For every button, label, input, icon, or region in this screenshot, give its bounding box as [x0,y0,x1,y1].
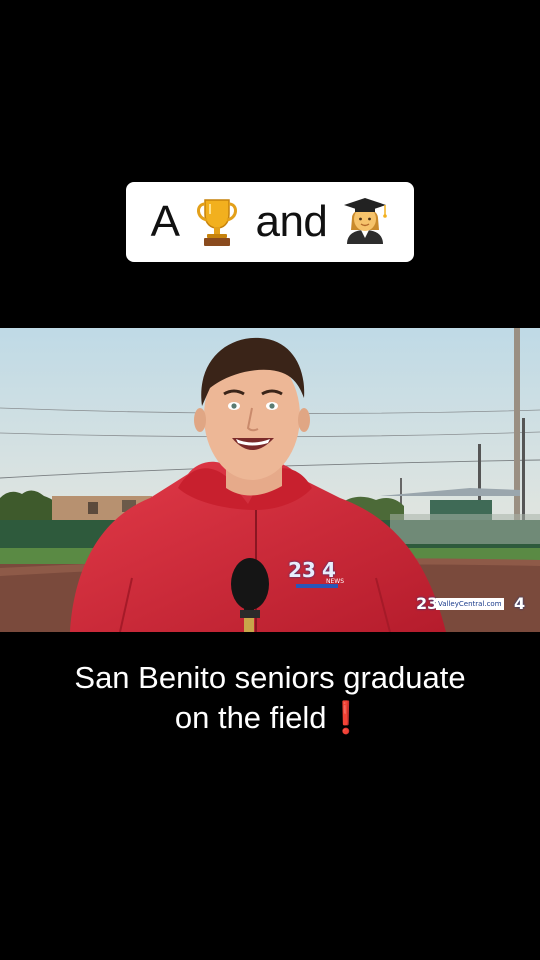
title-word-and: and [255,197,328,246]
jacket-logo: 23 4 NEWS [288,558,344,590]
watermark-channel: 4 [514,594,526,613]
station-watermark: 23 ValleyCentral.com 4 [416,594,528,614]
graduate-icon [344,198,388,244]
watermark-number: 23 [416,594,439,613]
caption-line-2-text: on the field [174,700,327,735]
watermark-site: ValleyCentral.com [436,598,504,610]
title-word-a: A [150,197,180,246]
caption-line-1: San Benito seniors graduate [74,660,466,695]
jacket-logo-strip [296,584,338,588]
news-video-frame[interactable]: 23 4 NEWS 23 ValleyCentral.com 4 [0,328,540,632]
jacket-logo-number: 23 [288,558,316,582]
video-caption: San Benito seniors graduate on the field… [0,658,540,738]
caption-line-2: on the field❗ [0,698,540,738]
exclamation-icon: ❗ [326,700,366,735]
title-card: A and [126,182,414,262]
trophy-icon [197,199,238,246]
field-scene [0,328,540,632]
